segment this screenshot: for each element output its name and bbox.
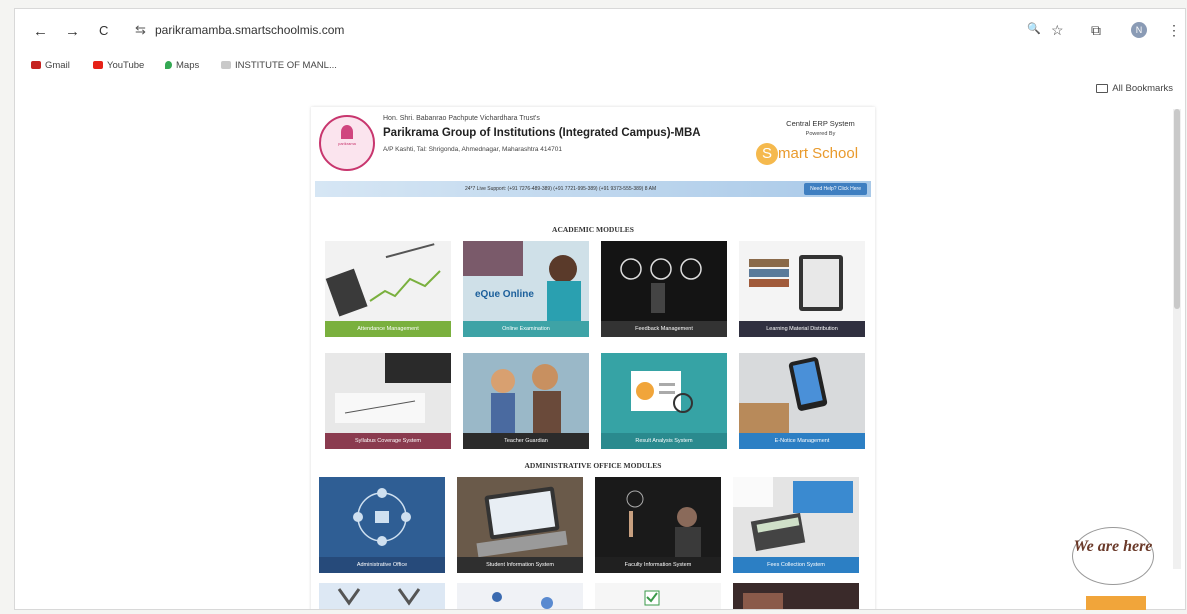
tile-faculty-information[interactable]: Faculty Information System [595, 477, 721, 573]
support-text: 24*7 Live Support: (+91 7276-489-389) (+… [465, 186, 657, 192]
attendance-image [325, 241, 451, 321]
eque-online-label: eQue Online [475, 289, 534, 300]
tile-caption: Administrative Office [319, 557, 445, 573]
syllabus-image [325, 353, 451, 433]
forward-icon[interactable]: → [65, 23, 80, 40]
we-are-here-label: We are here [1073, 538, 1153, 555]
tile-syllabus[interactable]: Syllabus Coverage System [325, 353, 451, 449]
tile-feedback[interactable]: Feedback Management [601, 241, 727, 337]
tile-teacher-guardian[interactable]: Teacher Guardian [463, 353, 589, 449]
tile-caption: E-Notice Management [739, 433, 865, 449]
gmail-icon [31, 61, 41, 70]
youtube-icon [93, 61, 103, 70]
tile-administrative-office[interactable]: Administrative Office [319, 477, 445, 573]
page-icon [221, 61, 231, 70]
browser-window: ← → C ⇆ parikramamba.smartschoolmis.com … [14, 8, 1186, 610]
erp-title: Central ERP System [786, 119, 855, 128]
tile-student-information[interactable]: Student Information System [457, 477, 583, 573]
bookmark-gmail[interactable]: Gmail [31, 60, 70, 71]
all-bookmarks-button[interactable]: All Bookmarks [1096, 83, 1173, 94]
tile-caption: Online Examination [463, 321, 589, 337]
tile-partial[interactable] [457, 583, 583, 609]
tile-caption: Feedback Management [601, 321, 727, 337]
smart-school-logo: Smart School [756, 143, 858, 165]
need-help-button[interactable]: Need Help? Click Here [804, 183, 867, 195]
tile-result-analysis[interactable]: Result Analysis System [601, 353, 727, 449]
tile-caption: Fees Collection System [733, 557, 859, 573]
bookmark-maps[interactable]: Maps [165, 60, 199, 71]
bookmark-youtube[interactable]: YouTube [93, 60, 144, 71]
tile-caption: Syllabus Coverage System [325, 433, 451, 449]
tile-partial[interactable] [319, 583, 445, 609]
reload-icon[interactable]: C [99, 23, 108, 38]
star-icon[interactable]: ☆ [1051, 22, 1064, 39]
tile-attendance[interactable]: Attendance Management [325, 241, 451, 337]
partial-image [457, 583, 583, 609]
brand-name: mart School [778, 144, 859, 162]
fees-collection-image [733, 477, 859, 557]
administrative-office-image [319, 477, 445, 557]
profile-avatar[interactable]: N [1131, 22, 1147, 38]
online-exam-image: eQue Online [463, 241, 589, 321]
teacher-guardian-image [463, 353, 589, 433]
flame-icon [341, 125, 353, 139]
partial-image [733, 583, 859, 609]
tile-partial[interactable] [595, 583, 721, 609]
tile-caption: Attendance Management [325, 321, 451, 337]
academic-modules-title: ACADEMIC MODULES [552, 225, 634, 234]
bookmarks-bar: Gmail YouTube Maps INSTITUTE OF MANL... [15, 53, 1185, 77]
student-information-image [457, 477, 583, 557]
tile-caption: Teacher Guardian [463, 433, 589, 449]
partial-image [319, 583, 445, 609]
tile-online-exam[interactable]: eQue Online Online Examination [463, 241, 589, 337]
institution-title: Parikrama Group of Institutions (Integra… [383, 127, 701, 139]
zoom-icon[interactable]: 🔍 [1027, 22, 1041, 35]
tile-learning-material[interactable]: Learning Material Distribution [739, 241, 865, 337]
administrative-modules-title: ADMINISTRATIVE OFFICE MODULES [524, 461, 662, 470]
tile-caption: Faculty Information System [595, 557, 721, 573]
e-notice-image [739, 353, 865, 433]
address-bar[interactable]: parikramamba.smartschoolmis.com [155, 23, 344, 37]
tile-e-notice[interactable]: E-Notice Management [739, 353, 865, 449]
tile-caption: Learning Material Distribution [739, 321, 865, 337]
menu-icon[interactable]: ⋮ [1167, 22, 1181, 39]
faculty-information-image [595, 477, 721, 557]
learning-material-image [739, 241, 865, 321]
support-bar: 24*7 Live Support: (+91 7276-489-389) (+… [315, 181, 871, 197]
tile-fees-collection[interactable]: Fees Collection System [733, 477, 859, 573]
institution-address: A/P Kashti, Tal: Shrigonda, Ahmednagar, … [383, 146, 562, 153]
back-icon[interactable]: ← [33, 23, 48, 40]
logo-text: parikrama [338, 141, 356, 146]
map-pin-icon [165, 61, 172, 70]
powered-by: Powered By [805, 131, 836, 137]
tile-caption: Student Information System [457, 557, 583, 573]
extensions-icon[interactable]: ⧉ [1091, 22, 1101, 39]
brand-letter: S [756, 143, 778, 165]
partial-image [595, 583, 721, 609]
erp-page: parikrama Hon. Shri. Babanrao Pachpute V… [311, 107, 875, 609]
feedback-image [601, 241, 727, 321]
chat-tab[interactable] [1086, 596, 1146, 610]
institution-logo: parikrama [319, 115, 375, 171]
browser-toolbar: ← → C ⇆ parikramamba.smartschoolmis.com … [15, 9, 1185, 55]
we-are-here-widget[interactable]: We are here [1072, 527, 1154, 585]
site-info-icon[interactable]: ⇆ [135, 22, 146, 38]
tile-partial[interactable] [733, 583, 859, 609]
result-analysis-image [601, 353, 727, 433]
bookmark-institute[interactable]: INSTITUTE OF MANL... [221, 60, 337, 71]
folder-icon [1096, 83, 1109, 93]
trust-name: Hon. Shri. Babanrao Pachpute Vichardhara… [383, 115, 540, 122]
scrollbar-thumb[interactable] [1174, 109, 1180, 309]
scrollbar[interactable] [1173, 109, 1181, 569]
tile-caption: Result Analysis System [601, 433, 727, 449]
